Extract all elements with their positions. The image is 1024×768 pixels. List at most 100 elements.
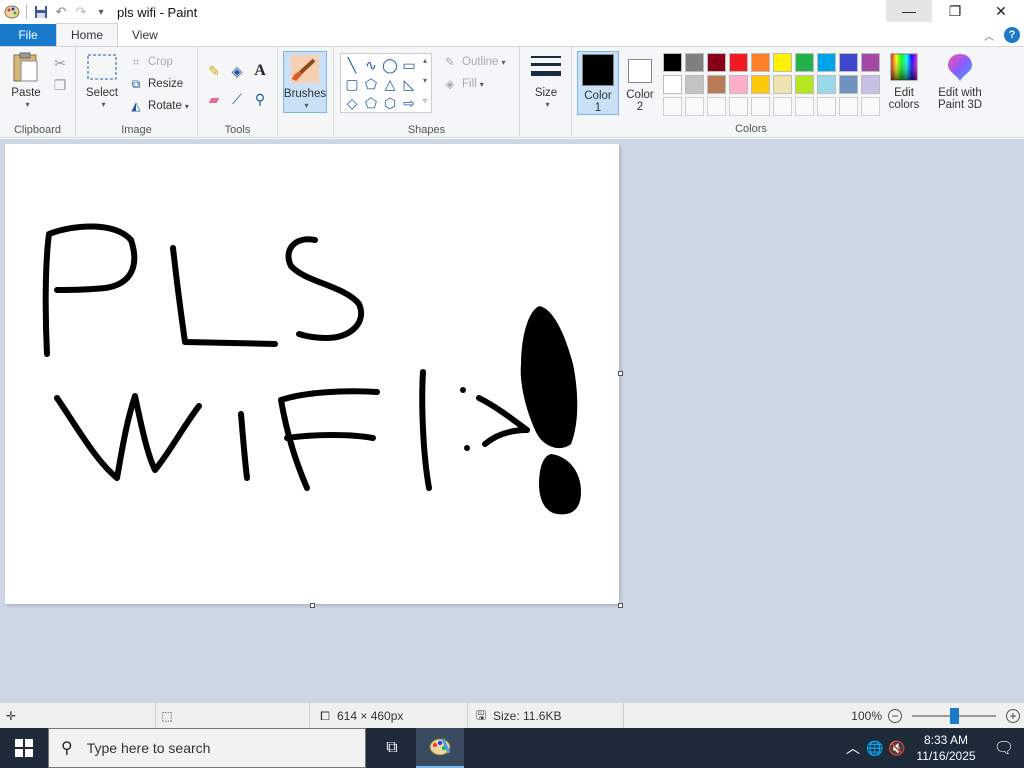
curve-shape-icon[interactable]: ∿ <box>362 56 380 74</box>
resize-button[interactable]: ⧉ Resize <box>128 75 183 93</box>
color-picker-icon[interactable]: ⟋ <box>227 89 247 109</box>
color-swatch[interactable] <box>751 53 770 72</box>
shapes-scroll-up-icon[interactable]: ▴ <box>423 56 427 65</box>
drawing-canvas[interactable] <box>5 144 619 604</box>
network-icon[interactable]: 🌐 <box>864 740 886 757</box>
custom-color-slot[interactable] <box>795 97 814 116</box>
help-icon[interactable]: ? <box>1004 27 1020 43</box>
pentagon-shape-icon[interactable]: ⬠ <box>362 94 380 112</box>
color-swatch[interactable] <box>795 53 814 72</box>
resize-handle-right[interactable] <box>618 371 623 376</box>
color-swatch[interactable] <box>795 75 814 94</box>
color-swatch[interactable] <box>861 53 880 72</box>
text-tool-icon[interactable]: A <box>250 61 270 81</box>
close-button[interactable]: ✕ <box>978 0 1024 22</box>
rectangle-shape-icon[interactable]: ▭ <box>400 56 418 74</box>
color-swatch[interactable] <box>817 53 836 72</box>
fill-bucket-icon[interactable]: ◈ <box>227 61 247 81</box>
notifications-icon[interactable]: 🗨 <box>984 738 1024 758</box>
custom-color-slot[interactable] <box>663 97 682 116</box>
custom-color-slot[interactable] <box>685 97 704 116</box>
custom-color-slot[interactable] <box>861 97 880 116</box>
custom-color-slot[interactable] <box>729 97 748 116</box>
undo-icon[interactable]: ↶ <box>51 1 71 23</box>
color-swatch[interactable] <box>707 53 726 72</box>
color1-button[interactable]: Color 1 <box>577 51 619 115</box>
diamond-shape-icon[interactable]: ◇ <box>343 94 361 112</box>
custom-color-slot[interactable] <box>707 97 726 116</box>
tab-view[interactable]: View <box>118 24 172 46</box>
custom-color-slot[interactable] <box>773 97 792 116</box>
tab-home[interactable]: Home <box>56 23 119 46</box>
polygon-shape-icon[interactable]: ⬠ <box>362 75 380 93</box>
right-arrow-shape-icon[interactable]: ⇨ <box>400 94 418 112</box>
shapes-scroll-down-icon[interactable]: ▾ <box>423 76 427 85</box>
size-button[interactable]: Size ▾ <box>526 51 566 111</box>
right-triangle-shape-icon[interactable]: ◺ <box>400 75 418 93</box>
magnifier-icon[interactable]: ⚲ <box>250 89 270 109</box>
color-swatch[interactable] <box>817 75 836 94</box>
color-swatch[interactable] <box>839 75 858 94</box>
color-swatch[interactable] <box>751 75 770 94</box>
minimize-button[interactable]: — <box>886 0 932 22</box>
eraser-icon[interactable]: ▰ <box>204 89 224 109</box>
custom-color-slot[interactable] <box>817 97 836 116</box>
line-shape-icon[interactable]: ╲ <box>343 56 361 74</box>
outline-button[interactable]: ✎ Outline ▾ <box>442 53 505 71</box>
color-swatch[interactable] <box>663 75 682 94</box>
resize-handle-bottom[interactable] <box>310 603 315 608</box>
color-swatch[interactable] <box>773 75 792 94</box>
customize-qa-icon[interactable]: ▾ <box>91 1 111 23</box>
color-swatch[interactable] <box>707 75 726 94</box>
crop-button[interactable]: ⌗ Crop <box>128 53 173 71</box>
start-button[interactable] <box>0 728 48 768</box>
brushes-button[interactable]: Brushes ▾ <box>283 51 327 113</box>
clock[interactable]: 8:33 AM 11/16/2025 <box>908 732 984 764</box>
volume-muted-icon[interactable]: 🔇 <box>886 740 908 757</box>
pencil-icon[interactable]: ✎ <box>204 61 224 81</box>
color-swatch[interactable] <box>729 75 748 94</box>
shapes-expand-icon[interactable]: ▿ <box>423 96 427 105</box>
restore-button[interactable]: ❐ <box>932 0 978 22</box>
edit-colors-button[interactable]: Edit colors <box>884 51 924 111</box>
save-icon[interactable] <box>31 1 51 23</box>
show-hidden-icons-icon[interactable]: ︿ <box>842 738 864 758</box>
shapes-gallery: ╲ ∿ ◯ ▭ ▢ ⬠ △ ◺ ◇ ⬠ ⬡ ⇨ ▴ ▾ ▿ <box>340 53 432 113</box>
color-swatch[interactable] <box>685 75 704 94</box>
custom-color-slot[interactable] <box>751 97 770 116</box>
cut-icon[interactable]: ✂ <box>50 53 70 73</box>
color-swatch[interactable] <box>861 75 880 94</box>
color-swatch[interactable] <box>839 53 858 72</box>
task-view-button[interactable]: ⧉ <box>368 728 416 768</box>
taskbar-search-box[interactable]: ⚲ Type here to search <box>48 728 366 768</box>
color-swatch[interactable] <box>773 53 792 72</box>
zoom-in-button[interactable]: + <box>1006 709 1020 723</box>
copy-icon[interactable]: ❐ <box>50 75 70 95</box>
oval-shape-icon[interactable]: ◯ <box>381 56 399 74</box>
taskbar-paint-app[interactable] <box>416 728 464 768</box>
custom-color-slot[interactable] <box>839 97 858 116</box>
zoom-out-button[interactable]: − <box>888 709 902 723</box>
collapse-ribbon-icon[interactable]: ︿ <box>984 28 994 43</box>
color-swatch[interactable] <box>729 53 748 72</box>
redo-icon[interactable]: ↷ <box>71 1 91 23</box>
edit-with-paint3d-button[interactable]: Edit with Paint 3D <box>932 51 988 111</box>
paste-button[interactable]: Paste ▾ <box>6 51 46 111</box>
triangle-shape-icon[interactable]: △ <box>381 75 399 93</box>
select-button[interactable]: Select ▾ <box>82 51 122 111</box>
resize-handle-corner[interactable] <box>618 603 623 608</box>
color2-button[interactable]: Color 2 <box>622 51 658 113</box>
hexagon-shape-icon[interactable]: ⬡ <box>381 94 399 112</box>
paint3d-line1: Edit with <box>938 87 982 99</box>
canvas-workspace[interactable] <box>0 139 1024 702</box>
zoom-slider-thumb[interactable] <box>950 708 959 724</box>
color-swatch[interactable] <box>685 53 704 72</box>
tab-file[interactable]: File <box>0 24 56 46</box>
rotate-button[interactable]: ◭ Rotate ▾ <box>128 97 189 115</box>
edit-colors-icon <box>888 51 920 83</box>
rounded-rectangle-shape-icon[interactable]: ▢ <box>343 75 361 93</box>
zoom-slider[interactable] <box>912 708 996 724</box>
color-swatch[interactable] <box>663 53 682 72</box>
ribbon: Paste ▾ ✂ ❐ Clipboard Select ▾ ⌗ Crop ⧉ … <box>0 46 1024 138</box>
fill-button[interactable]: ◈ Fill ▾ <box>442 75 483 93</box>
